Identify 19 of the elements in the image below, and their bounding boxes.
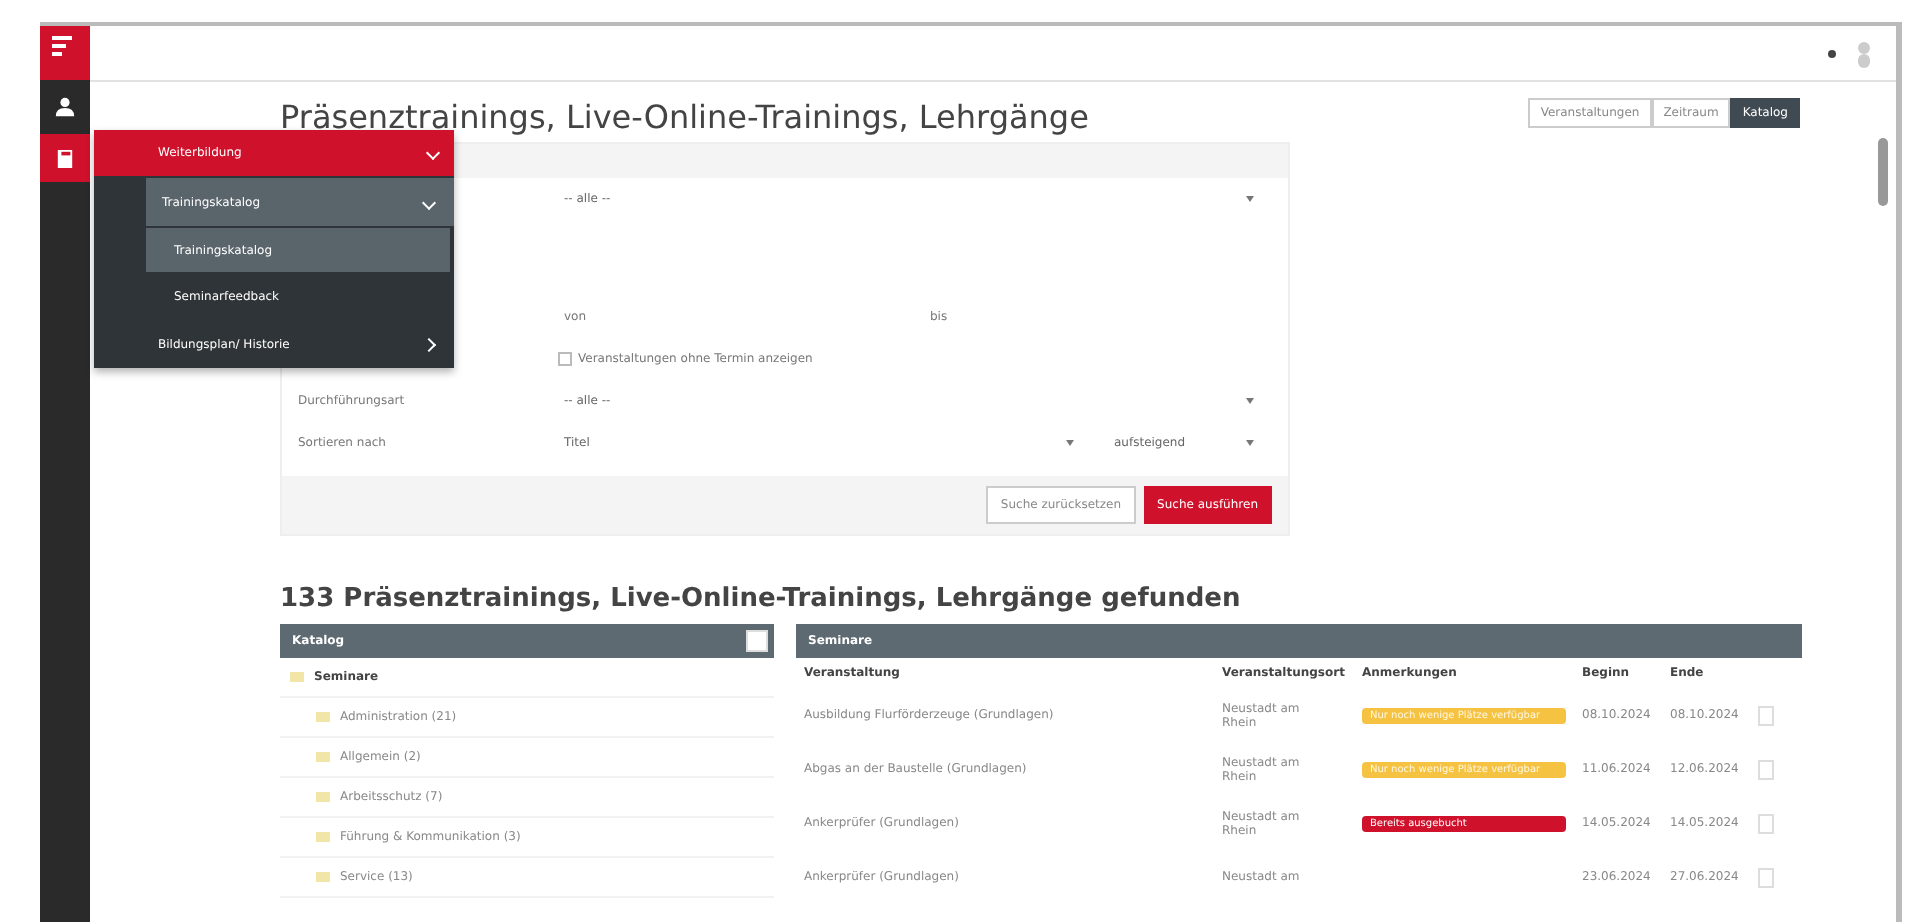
folder-icon	[316, 712, 330, 722]
folder-icon	[316, 792, 330, 802]
logo-icon[interactable]	[40, 26, 90, 80]
results-heading: 133 Präsenztrainings, Live-Online-Trainings, Lehrgänge gefunden	[280, 584, 1243, 614]
row-action-button[interactable]	[1758, 867, 1774, 887]
checkbox[interactable]	[558, 352, 572, 366]
user-icon[interactable]	[54, 96, 76, 118]
folder-icon	[316, 832, 330, 842]
row-action-button[interactable]	[1758, 759, 1774, 779]
row-action-button[interactable]	[1758, 813, 1774, 833]
notification-dot-icon[interactable]	[1828, 49, 1836, 57]
collapse-button[interactable]	[746, 630, 768, 652]
page-title: Präsenztrainings, Live-Online-Trainings, Lehrgänge	[280, 98, 1089, 136]
book-icon[interactable]	[56, 147, 74, 169]
folder-icon	[316, 872, 330, 882]
row-action-button[interactable]	[1758, 705, 1774, 725]
folder-icon	[316, 752, 330, 762]
scrollbar-thumb[interactable]	[1877, 138, 1887, 206]
folder-icon	[290, 672, 304, 682]
